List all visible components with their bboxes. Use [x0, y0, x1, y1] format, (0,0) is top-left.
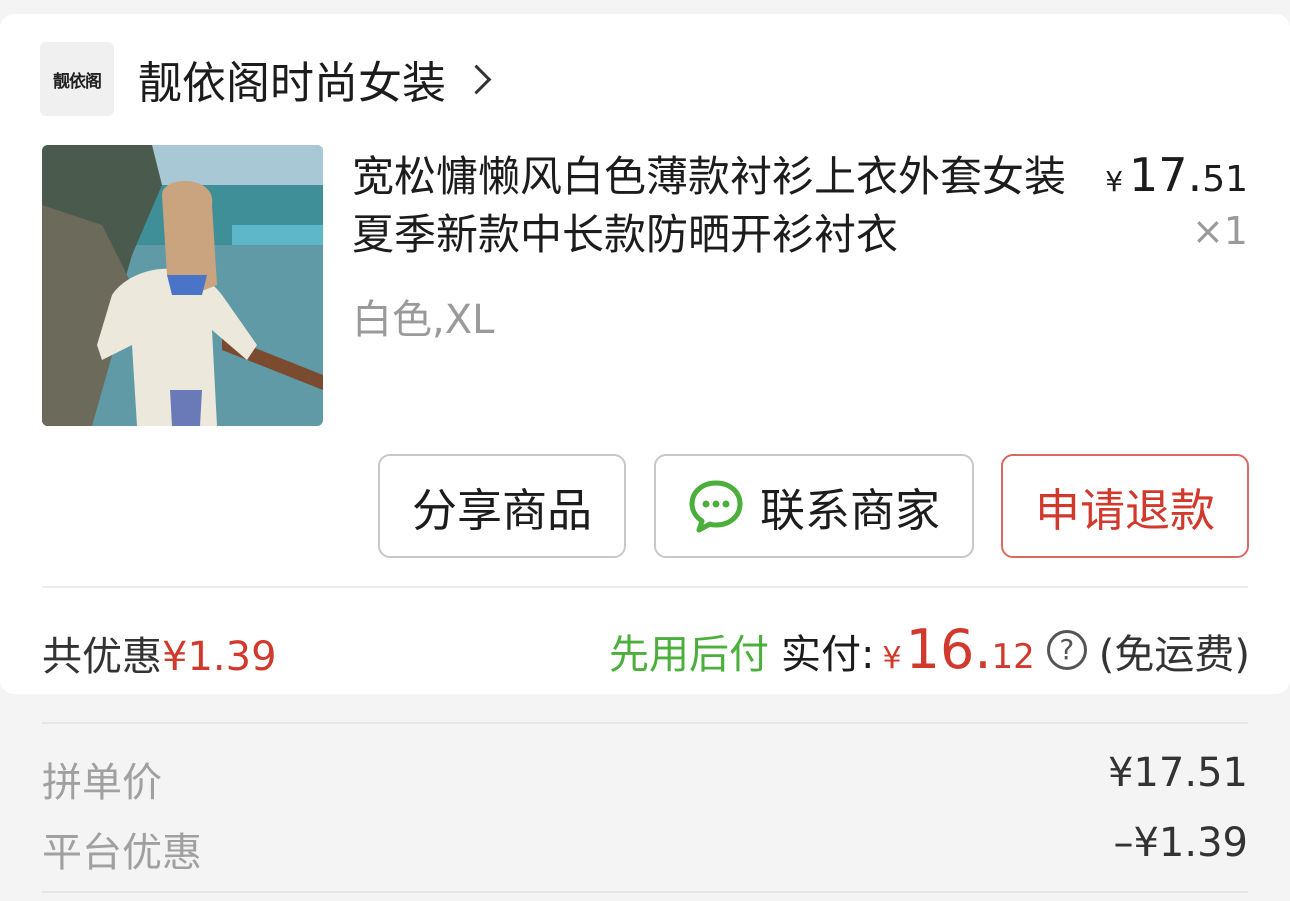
platform-discount-label: 平台优惠 — [42, 830, 202, 876]
divider — [42, 891, 1248, 893]
discount-amount: ¥1.39 — [162, 634, 277, 680]
paid-label: 实付: — [781, 632, 875, 678]
product-sku: 白色,XL — [352, 297, 495, 343]
request-refund-label: 申请退款 — [1034, 483, 1215, 537]
share-product-label: 分享商品 — [411, 483, 592, 537]
quantity: ×1 — [1191, 209, 1248, 253]
store-logo: 靓依阁 — [40, 42, 114, 116]
contact-seller-button[interactable]: 联系商家 — [654, 454, 974, 558]
chat-bubble-icon — [689, 480, 743, 533]
share-product-button[interactable]: 分享商品 — [378, 454, 626, 558]
unit-price: ¥17.51 — [1105, 148, 1248, 202]
paid-currency: ¥ — [882, 641, 902, 676]
product-photo — [42, 145, 323, 426]
product-image[interactable] — [42, 145, 323, 426]
divider — [42, 586, 1248, 588]
store-logo-text: 靓依阁 — [53, 71, 102, 92]
price-int: 17. — [1129, 148, 1203, 202]
request-refund-button[interactable]: 申请退款 — [1001, 454, 1249, 558]
group-price-label: 拼单价 — [42, 760, 162, 806]
contact-seller-label: 联系商家 — [759, 483, 940, 537]
platform-discount-value: –¥1.39 — [1113, 820, 1248, 866]
divider — [42, 722, 1248, 724]
chevron-right-icon[interactable] — [461, 64, 492, 94]
price-dec: 51 — [1202, 159, 1248, 200]
total-discount: 共优惠¥1.39 — [42, 624, 277, 682]
paid-amount: ¥16.12 — [883, 618, 1035, 681]
product-title[interactable]: 宽松慵懒风白色薄款衬衫上衣外套女装夏季新款中长款防晒开衫衬衣 — [352, 148, 1082, 264]
bnpl-label[interactable]: 先用后付 — [609, 622, 769, 680]
price-currency: ¥ — [1105, 165, 1124, 198]
order-card: 靓依阁 靓依阁时尚女装 宽松慵懒风白色薄款衬衫上衣外套女装夏季新款中长款防晒开衫… — [0, 14, 1290, 694]
paid-dec: 12 — [991, 637, 1035, 677]
paid-int: 16. — [905, 618, 992, 681]
amount-paid-row: 先用后付 实付: ¥16.12 ? (免运费) — [609, 618, 1250, 681]
store-header[interactable]: 靓依阁 靓依阁时尚女装 — [40, 42, 492, 116]
discount-label: 共优惠 — [42, 634, 162, 680]
store-name[interactable]: 靓依阁时尚女装 — [138, 47, 446, 111]
help-symbol: ? — [1059, 633, 1075, 666]
group-price-value: ¥17.51 — [1108, 750, 1248, 796]
help-icon[interactable]: ? — [1046, 629, 1087, 670]
shipping-note: (免运费) — [1098, 632, 1250, 678]
